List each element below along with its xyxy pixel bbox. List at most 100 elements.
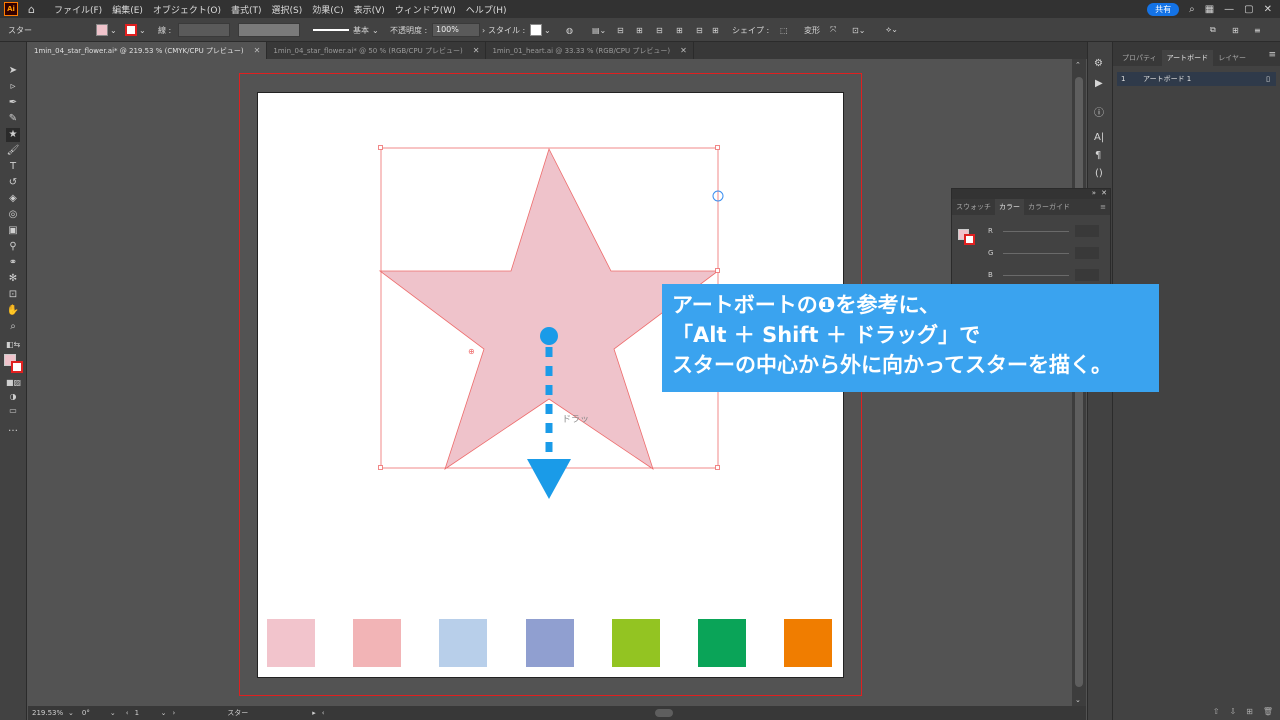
character-icon[interactable]: A| [1094, 132, 1104, 143]
color-swatch-square[interactable] [784, 619, 832, 667]
chevron-down-icon[interactable]: ⌄ [110, 709, 116, 717]
channel-value-field[interactable] [1075, 247, 1100, 259]
panel-menu-icon[interactable]: ≡ [1268, 50, 1276, 66]
color-swatch-square[interactable] [612, 619, 660, 667]
maximize-icon[interactable]: ▢ [1244, 4, 1253, 15]
chevron-down-icon[interactable]: ⌄ [68, 709, 74, 717]
align-left-icon[interactable]: ⊟ [617, 18, 624, 42]
menu-edit[interactable]: 編集(E) [107, 3, 148, 16]
eraser-tool-icon[interactable]: ◈ [6, 192, 20, 206]
hamburger-icon[interactable]: ≡ [1254, 18, 1261, 42]
home-icon[interactable]: ⌂ [28, 3, 35, 16]
recolor-icon[interactable]: ◍ [566, 18, 573, 42]
color-swatch-square[interactable] [267, 619, 315, 667]
artboard-options-icon[interactable]: ▯ [1266, 75, 1270, 83]
fill-swatch[interactable] [96, 24, 108, 36]
color-swatch-square[interactable] [698, 619, 746, 667]
tab-color-guide[interactable]: カラーガイド [1024, 202, 1074, 212]
align-center-icon[interactable]: ⊞ [636, 18, 643, 42]
menu-help[interactable]: ヘルプ(H) [461, 3, 512, 16]
info-icon[interactable]: ⓘ [1094, 104, 1104, 119]
close-icon[interactable]: ✕ [1264, 4, 1272, 15]
workspace-icon[interactable]: ▦ [1205, 4, 1214, 15]
slider-track[interactable] [1003, 252, 1070, 254]
chevron-down-icon[interactable]: ⌄ [544, 26, 551, 35]
channel-value-field[interactable] [1074, 225, 1099, 237]
glyph-icon[interactable]: () [1095, 168, 1103, 179]
variable-width-field[interactable] [238, 23, 300, 37]
handle-top-right[interactable] [715, 145, 720, 150]
handle-middle-right[interactable] [715, 268, 720, 273]
rotation-value[interactable]: 0° [82, 709, 110, 717]
symbol-sprayer-tool-icon[interactable]: ✻ [6, 272, 20, 286]
draw-mode-icon[interactable]: ◑ [6, 390, 20, 404]
chevron-right-icon[interactable]: › [482, 26, 485, 35]
blend-tool-icon[interactable]: ⚭ [6, 256, 20, 270]
panel-header[interactable]: » ✕ [952, 189, 1110, 199]
new-artboard-icon[interactable]: ⊞ [1246, 707, 1253, 716]
chevron-down-icon[interactable]: ⌄ [110, 26, 117, 35]
chevron-down-icon[interactable]: ⌄ [139, 26, 146, 35]
more-options-icon[interactable]: ⟡⌄ [886, 18, 898, 42]
slider-track[interactable] [1002, 274, 1069, 276]
style-control[interactable]: ⌄ [530, 18, 551, 42]
distribute-h-icon[interactable]: ⊟ [696, 18, 703, 42]
opacity-control[interactable]: 100% › [432, 18, 485, 42]
color-swatch-square[interactable] [526, 619, 574, 667]
curvature-tool-icon[interactable]: ✎ [6, 112, 20, 126]
color-swatch-square[interactable] [439, 619, 487, 667]
document-tab-1[interactable]: 1min_04_star_flower.ai* @ 219.53 % (CMYK… [28, 42, 268, 59]
hand-tool-icon[interactable]: ✋ [6, 304, 20, 318]
direct-selection-tool-icon[interactable]: ▹ [6, 80, 20, 94]
color-mode-icon[interactable]: ■▨ [6, 376, 21, 390]
more-tools-icon[interactable]: … [6, 422, 20, 436]
pen-tool-icon[interactable]: ✒ [6, 96, 20, 110]
menu-window[interactable]: ウィンドウ(W) [390, 3, 461, 16]
menu-view[interactable]: 表示(V) [349, 3, 390, 16]
stroke-swatch[interactable] [125, 24, 137, 36]
brush-control[interactable]: 基本 ⌄ [313, 18, 379, 42]
artboard-name[interactable]: アートボード 1 [1143, 74, 1191, 84]
share-button[interactable]: 共有 [1147, 2, 1180, 16]
slider-b[interactable]: B [958, 269, 1099, 281]
align-icon[interactable]: ▤⌄ [592, 18, 606, 42]
menu-file[interactable]: ファイル(F) [49, 3, 107, 16]
document-tab-2[interactable]: 1min_04_star_flower.ai* @ 50 % (RGB/CPU … [267, 42, 487, 59]
prev-artboard-icon[interactable]: ‹ [126, 709, 129, 717]
stroke-control[interactable]: ⌄ [125, 18, 146, 42]
menu-select[interactable]: 選択(S) [267, 3, 308, 16]
bounding-box-icon[interactable]: ⬚ [780, 18, 788, 42]
search-icon[interactable]: ⌕ [1189, 4, 1195, 15]
move-up-icon[interactable]: ⇧ [1213, 707, 1220, 716]
stroke-color-box[interactable] [11, 361, 23, 373]
default-colors-icon[interactable]: ◧⇆ [6, 338, 20, 352]
zoom-level[interactable]: 219.53% [32, 709, 66, 717]
fill-control[interactable]: ⌄ [96, 18, 117, 42]
distribute-v-icon[interactable]: ⊞ [712, 18, 719, 42]
handle-bottom-left[interactable] [378, 465, 383, 470]
menu-effect[interactable]: 効果(C) [307, 3, 348, 16]
play-icon[interactable]: ▶ [1095, 78, 1103, 89]
handle-bottom-right[interactable] [715, 465, 720, 470]
next-artboard-icon[interactable]: › [172, 709, 175, 717]
minimize-icon[interactable]: — [1224, 4, 1234, 15]
rotate-tool-icon[interactable]: ↺ [6, 176, 20, 190]
isolate-icon[interactable]: ⊡⌄ [852, 18, 865, 42]
opacity-field[interactable]: 100% [432, 23, 480, 37]
horizontal-scroll-thumb[interactable] [654, 709, 673, 717]
chevron-down-icon[interactable]: ⌄ [161, 709, 167, 717]
variable-width[interactable] [238, 18, 300, 42]
chevron-down-icon[interactable]: ⌄ [372, 26, 379, 35]
tab-color[interactable]: カラー [995, 199, 1024, 215]
reset-bounding-icon[interactable]: ⤧ [830, 18, 836, 42]
move-down-icon[interactable]: ⇩ [1229, 707, 1236, 716]
artboard-list-item[interactable]: 1 アートボード 1 ▯ [1117, 72, 1276, 86]
gradient-tool-icon[interactable]: ▣ [6, 224, 20, 238]
stroke-weight-field[interactable] [178, 23, 230, 37]
arrange-icon[interactable]: ⧉ [1210, 18, 1216, 42]
star-tool-icon[interactable]: ★ [6, 128, 20, 142]
close-icon[interactable]: ✕ [680, 46, 687, 55]
align-right-icon[interactable]: ⊟ [656, 18, 663, 42]
channel-value-field[interactable] [1074, 269, 1099, 281]
zoom-tool-icon[interactable]: ⌕ [6, 320, 20, 334]
